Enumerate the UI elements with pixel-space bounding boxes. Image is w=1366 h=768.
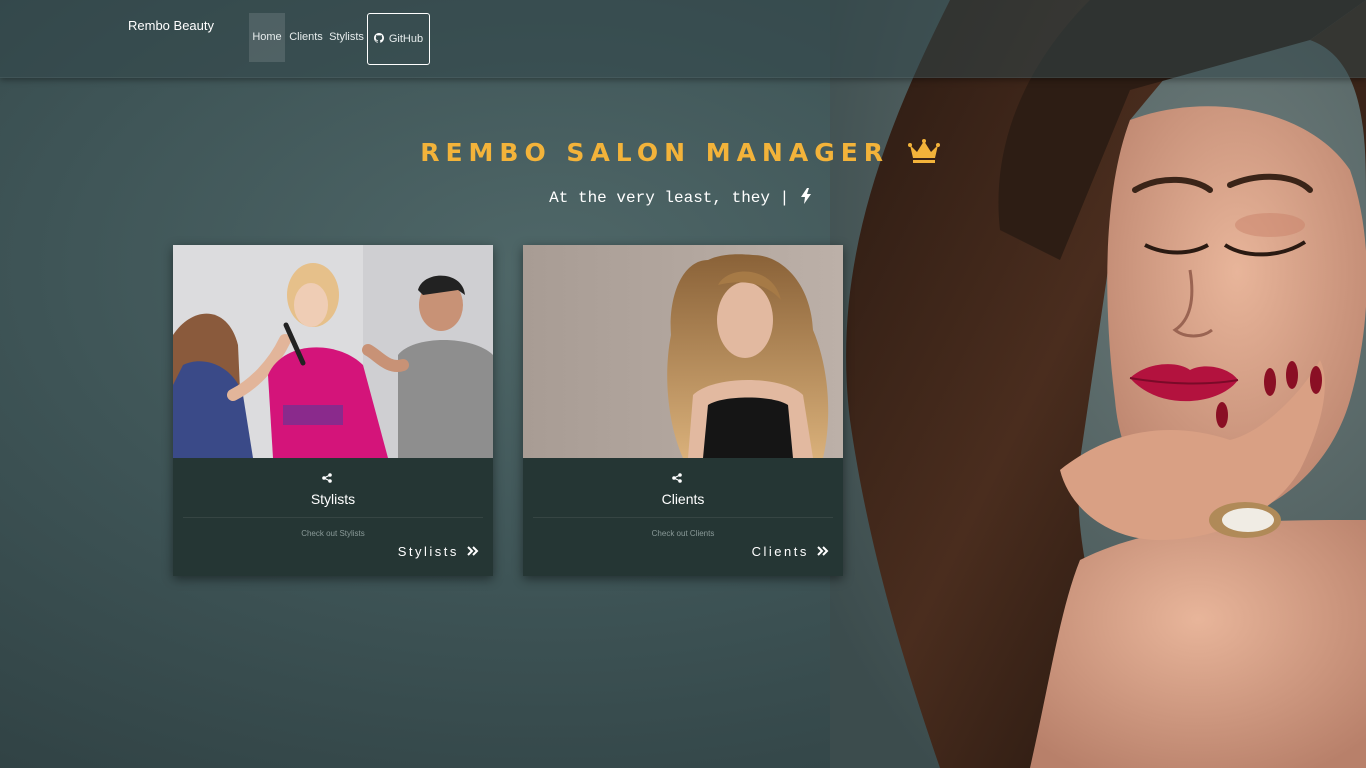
card-title: Stylists	[310, 491, 356, 507]
brand-link[interactable]: Rembo Beauty	[128, 18, 214, 33]
nav-stylists-link[interactable]: Stylists	[328, 13, 365, 62]
card-title: Clients	[661, 491, 705, 507]
share-icon	[672, 473, 682, 483]
stylists-link-label: Stylists	[397, 544, 459, 559]
github-icon	[373, 33, 384, 43]
card-description: Check out Stylists	[301, 529, 365, 538]
nav-clients-link[interactable]: Clients	[288, 13, 324, 62]
stylists-card: Stylists Check out Stylists Stylists	[173, 245, 493, 576]
clients-link-label: Clients	[751, 544, 809, 559]
github-button[interactable]: GitHub	[367, 13, 430, 65]
hero-portrait-image	[830, 0, 1366, 768]
page-subtitle: At the very least, they |	[480, 188, 880, 207]
page-title-text: REMBO SALON MANAGER	[420, 138, 890, 167]
card-divider	[183, 517, 483, 518]
crown-icon	[907, 139, 940, 163]
github-label: GitHub	[388, 33, 424, 45]
nav-home-link[interactable]: Home	[249, 13, 285, 62]
page-title: REMBO SALON MANAGER	[380, 138, 980, 167]
bolt-icon	[800, 188, 811, 204]
double-chevron-right-icon	[817, 546, 829, 556]
card-description: Check out Clients	[651, 529, 715, 538]
share-icon	[322, 473, 332, 483]
clients-link[interactable]: Clients	[752, 544, 829, 559]
clients-card: Clients Check out Clients Clients	[523, 245, 843, 576]
page-subtitle-text: At the very least, they |	[549, 189, 790, 207]
double-chevron-right-icon	[467, 546, 479, 556]
stylists-photo	[173, 245, 493, 458]
client-photo	[523, 245, 843, 458]
card-divider	[533, 517, 833, 518]
navbar: Rembo Beauty Home Clients Stylists GitHu…	[0, 0, 1366, 78]
stylists-link[interactable]: Stylists	[398, 544, 479, 559]
